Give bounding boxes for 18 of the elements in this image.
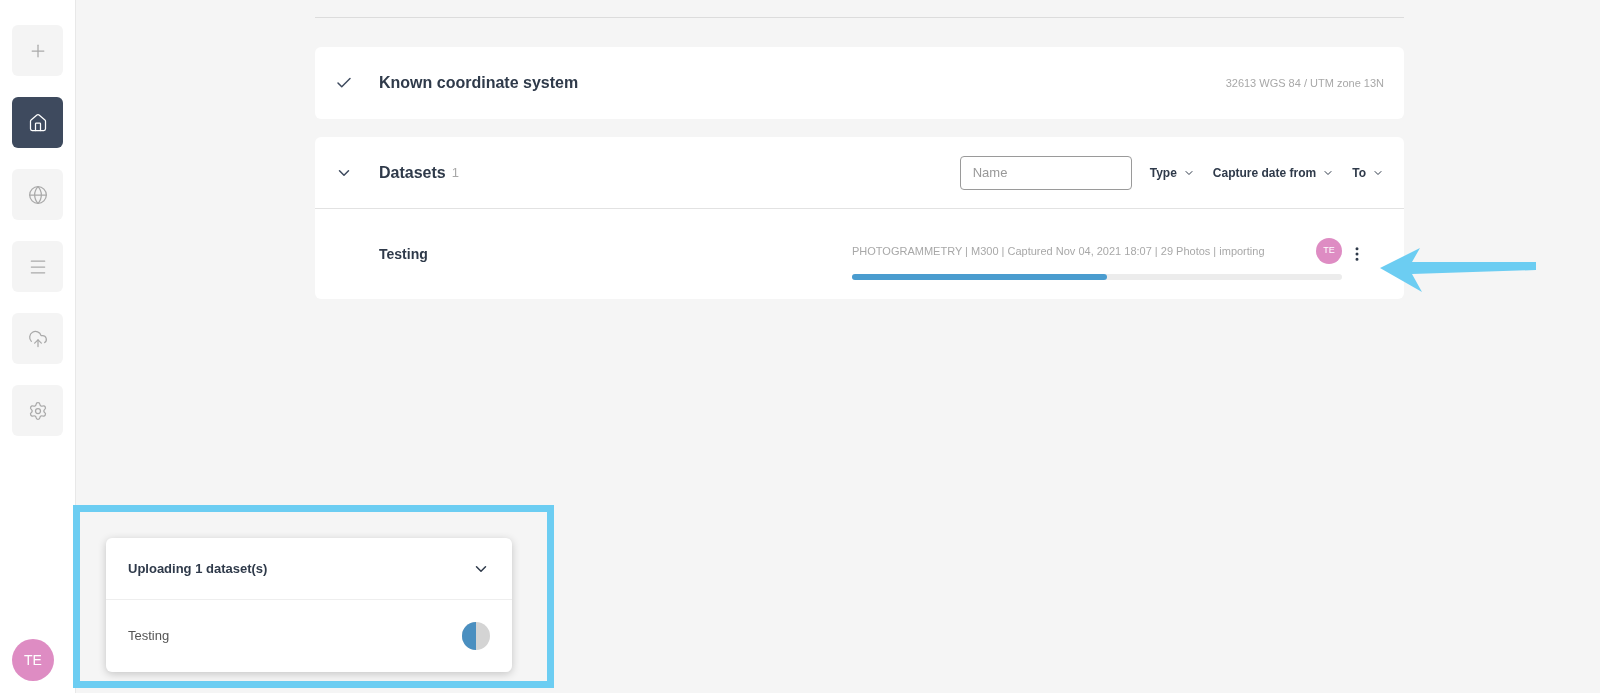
cloud-upload-icon bbox=[27, 328, 48, 349]
section-title: Known coordinate system bbox=[379, 73, 579, 93]
user-avatar: TE bbox=[1316, 238, 1342, 264]
upload-panel-title: Uploading 1 dataset(s) bbox=[128, 559, 268, 578]
upload-item-name: Testing bbox=[128, 627, 170, 646]
dataset-details: PHOTOGRAMMETRY | M300 | Captured Nov 04, 2021 18:07 | 29 Photos | importing bbox=[852, 243, 1265, 259]
filter-dropdown[interactable]: Capture date from bbox=[1212, 163, 1335, 182]
section-title: Datasets bbox=[379, 162, 446, 183]
home-icon bbox=[27, 112, 48, 133]
coordinate-system-value: 32613 WGS 84 / UTM zone 13N bbox=[1225, 75, 1384, 91]
sidebar-button[interactable] bbox=[12, 97, 63, 148]
filter-dropdown[interactable]: To bbox=[1352, 163, 1384, 182]
dataset-count: 1 bbox=[451, 163, 459, 182]
dataset-name[interactable]: Testing bbox=[379, 243, 428, 265]
settings-icon bbox=[27, 400, 48, 421]
filter-dropdown[interactable]: Type bbox=[1149, 163, 1195, 182]
globe-icon bbox=[27, 184, 48, 205]
name-search-field[interactable]: Name bbox=[959, 155, 1132, 190]
